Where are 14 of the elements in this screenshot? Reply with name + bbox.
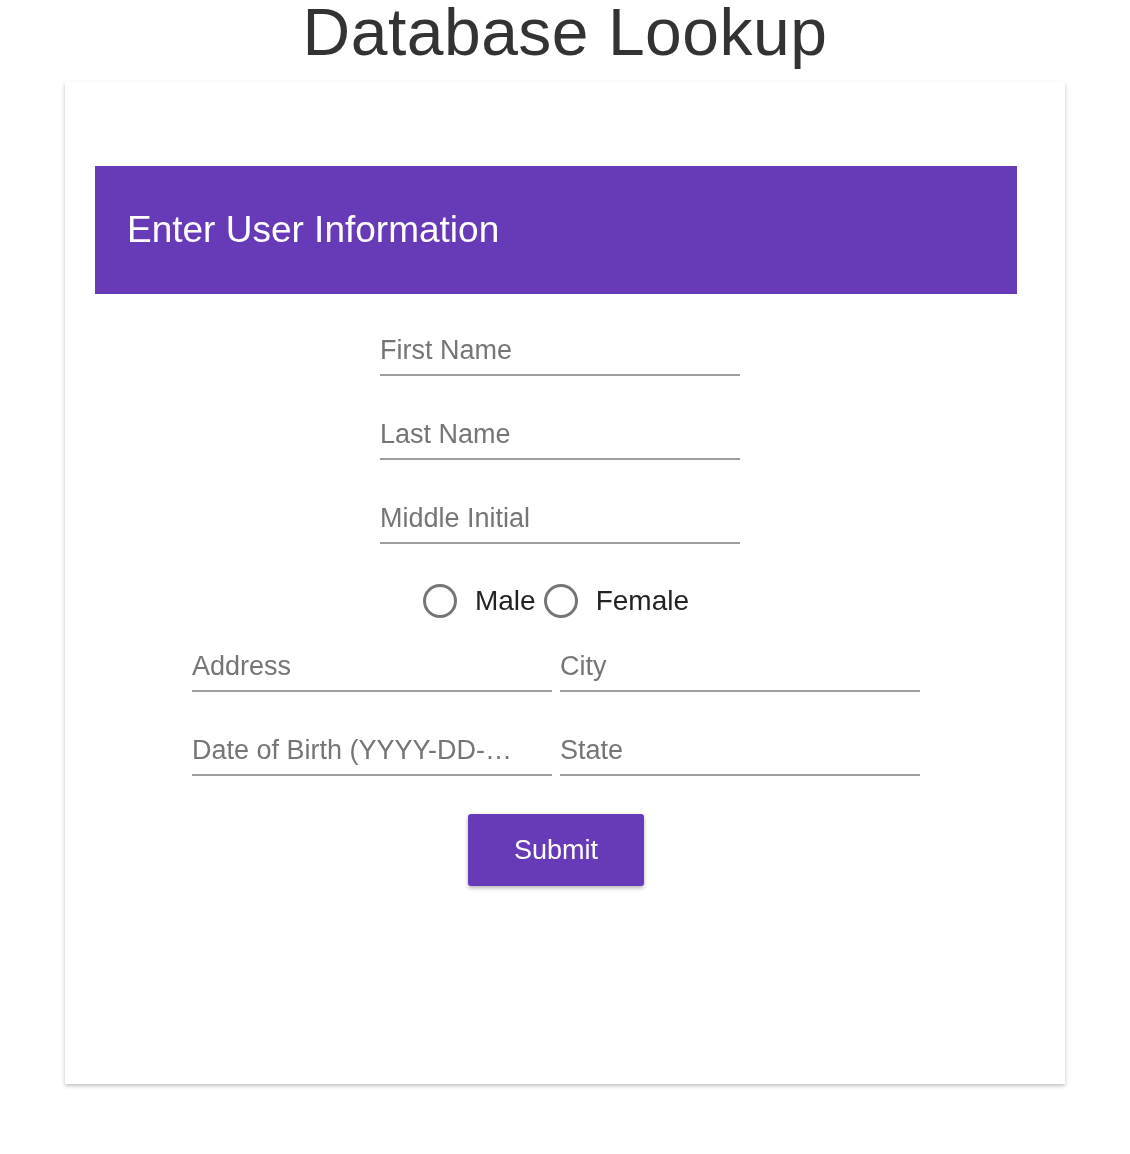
submit-button[interactable]: Submit: [468, 814, 644, 886]
text-field[interactable]: Middle Initial: [380, 500, 740, 544]
text-field[interactable]: First Name: [380, 332, 740, 376]
text-field[interactable]: State: [560, 732, 920, 776]
radio-label: Female: [595, 585, 690, 617]
radio-button[interactable]: [422, 584, 457, 618]
page-title: Database Lookup: [301, 0, 829, 71]
text-field[interactable]: Address: [192, 648, 552, 692]
text-field[interactable]: City: [560, 648, 920, 692]
text-field[interactable]: Date of Birth (YYYY-DD-…: [192, 732, 552, 776]
radio-label: Male: [474, 585, 536, 617]
form-header: Enter User Information: [95, 166, 1017, 294]
radio-button[interactable]: [543, 584, 578, 618]
text-field[interactable]: Last Name: [380, 416, 740, 460]
